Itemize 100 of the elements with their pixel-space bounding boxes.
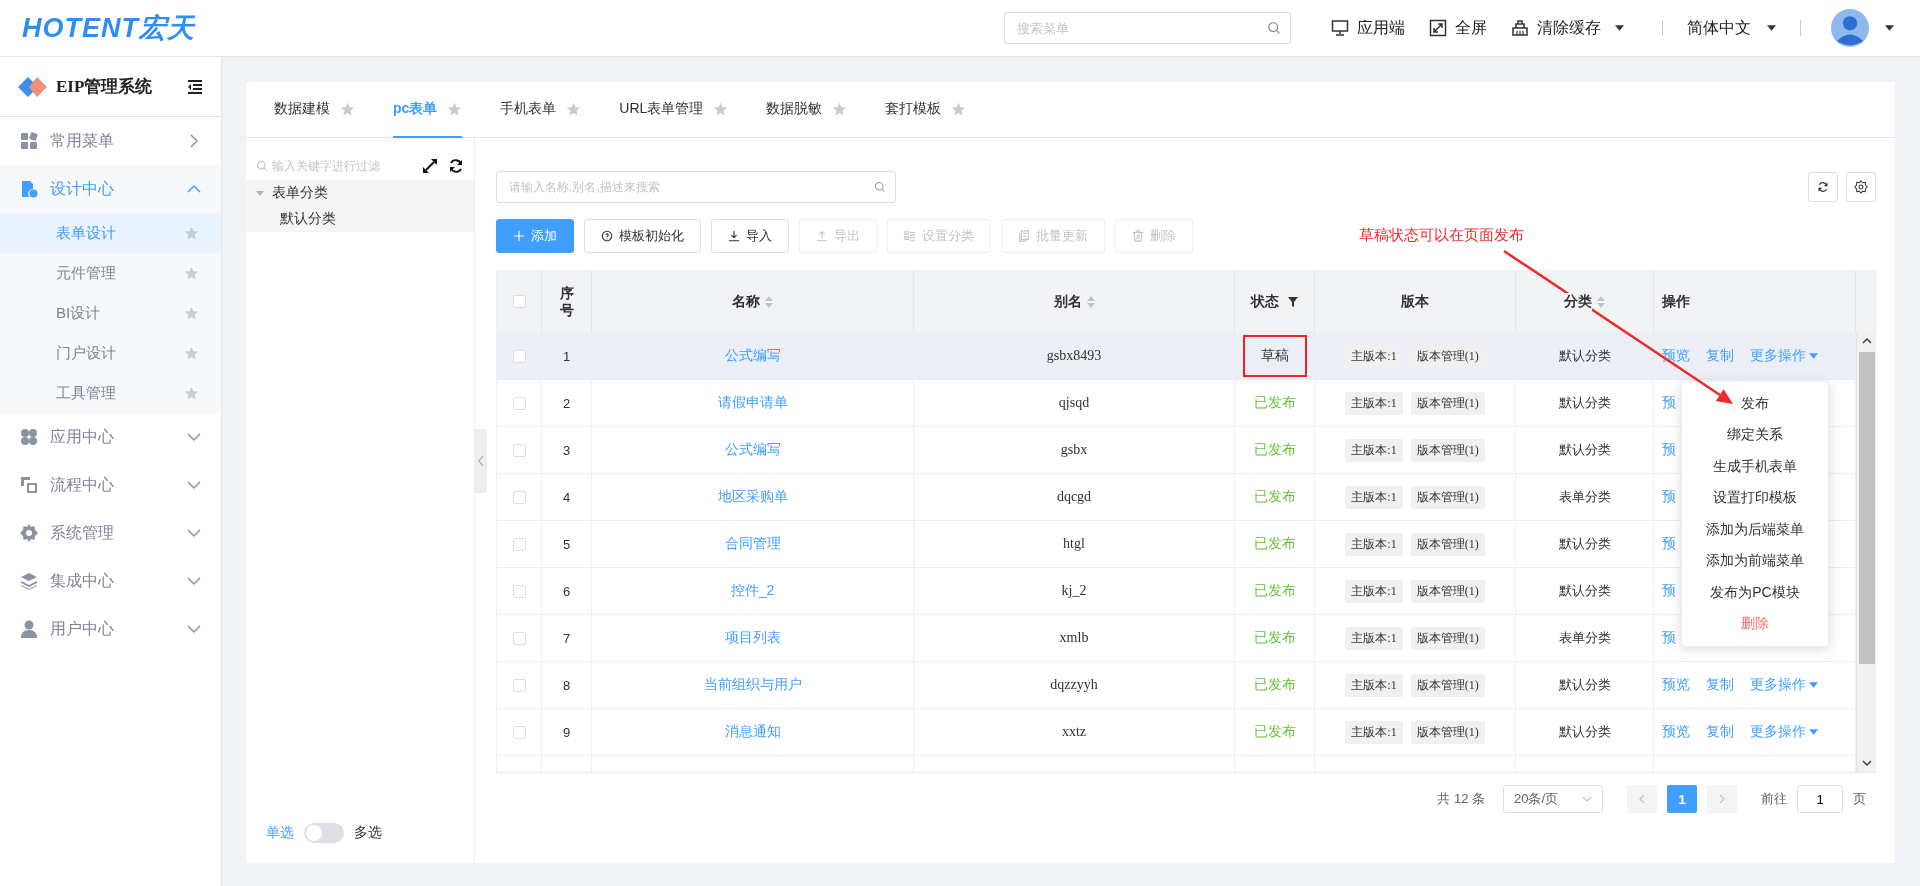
filter-icon[interactable] [1288, 296, 1298, 307]
action-link[interactable]: 复制 [1706, 676, 1734, 694]
submenu-item[interactable]: 元件管理 [0, 253, 221, 293]
checkbox[interactable] [512, 295, 526, 308]
form-name-link[interactable]: 公式编写 [724, 347, 781, 365]
caret-icon[interactable] [1767, 25, 1776, 31]
sort-icon[interactable] [765, 295, 773, 308]
monitor-icon[interactable] [1331, 19, 1349, 37]
form-name-link[interactable]: 请假申请单 [717, 394, 788, 412]
action-link[interactable]: 预 [1662, 488, 1676, 506]
toggle-switch[interactable] [304, 823, 344, 843]
search-field[interactable]: 请输入名称,别名,描述来搜索 [496, 171, 896, 203]
version-tag[interactable]: 版本管理(1) [1410, 579, 1485, 603]
page-input[interactable]: 1 [1797, 785, 1843, 813]
checkbox[interactable] [512, 678, 526, 692]
menu-option[interactable]: 发布为PC模块 [1682, 577, 1828, 609]
submenu-item[interactable]: 工具管理 [0, 373, 221, 413]
avatar[interactable] [1831, 9, 1869, 47]
header-action[interactable]: 全屏 [1455, 17, 1487, 39]
search-field[interactable]: 搜索菜单 [1004, 12, 1291, 44]
version-tag[interactable]: 版本管理(1) [1410, 720, 1485, 744]
version-tag[interactable]: 主版本:1 [1345, 344, 1403, 368]
version-tag[interactable]: 主版本:1 [1345, 391, 1403, 415]
version-tag[interactable]: 版本管理(1) [1410, 438, 1485, 462]
action-link[interactable]: 更多操作 [1750, 347, 1818, 365]
checkbox[interactable] [512, 443, 526, 457]
menu-fold-icon[interactable] [187, 79, 203, 94]
scrollbar[interactable] [1856, 332, 1875, 772]
submenu-item[interactable]: BI设计 [0, 293, 221, 333]
version-tag[interactable]: 主版本:1 [1345, 532, 1403, 556]
version-tag[interactable]: 版本管理(1) [1410, 485, 1485, 509]
scroll-up-icon[interactable] [1862, 338, 1872, 344]
collapse-handle[interactable] [475, 429, 487, 493]
page-button[interactable]: 1 [1667, 785, 1697, 813]
menu-option[interactable]: 添加为后端菜单 [1682, 514, 1828, 546]
version-tag[interactable]: 版本管理(1) [1410, 626, 1485, 650]
checkbox[interactable] [512, 631, 526, 645]
version-tag[interactable]: 主版本:1 [1345, 438, 1403, 462]
fullscreen-icon[interactable] [1429, 19, 1447, 37]
form-name-link[interactable]: 消息通知 [724, 723, 781, 741]
form-name-link[interactable]: 控件_2 [730, 582, 775, 600]
submenu-item[interactable]: 表单设计 [0, 213, 221, 253]
sort-icon[interactable] [1597, 295, 1605, 308]
header-action[interactable]: 清除缓存 [1537, 17, 1601, 39]
next-page-button[interactable] [1707, 785, 1737, 813]
star-icon[interactable] [713, 101, 729, 117]
version-tag[interactable]: 主版本:1 [1345, 720, 1403, 744]
tab[interactable]: 手机表单 [500, 82, 582, 138]
version-tag[interactable]: 主版本:1 [1345, 485, 1403, 509]
tab[interactable]: URL表单管理 [619, 82, 729, 138]
toolbar-button[interactable]: 模板初始化 [584, 219, 701, 253]
checkbox[interactable] [512, 537, 526, 551]
action-link[interactable]: 复制 [1706, 723, 1734, 741]
header-action[interactable]: 应用端 [1357, 17, 1405, 39]
page-size-select[interactable]: 20条/页 [1503, 785, 1603, 813]
menu-option[interactable]: 绑定关系 [1682, 419, 1828, 451]
action-link[interactable]: 复制 [1706, 347, 1734, 365]
action-link[interactable]: 预 [1662, 582, 1676, 600]
action-link[interactable]: 更多操作 [1750, 723, 1818, 741]
checkbox[interactable] [512, 584, 526, 598]
submenu-item[interactable]: 门户设计 [0, 333, 221, 373]
version-tag[interactable]: 主版本:1 [1345, 626, 1403, 650]
refresh-icon[interactable] [448, 158, 464, 174]
action-link[interactable]: 预 [1662, 441, 1676, 459]
action-link[interactable]: 预 [1662, 629, 1676, 647]
version-tag[interactable]: 版本管理(1) [1410, 391, 1485, 415]
version-tag[interactable]: 版本管理(1) [1410, 532, 1485, 556]
tree-node[interactable]: 表单分类 [272, 184, 328, 202]
version-tag[interactable]: 版本管理(1) [1410, 673, 1485, 697]
caret-icon[interactable] [1615, 25, 1624, 31]
menu-option[interactable]: 设置打印模板 [1682, 482, 1828, 514]
checkbox[interactable] [512, 349, 526, 363]
checkbox[interactable] [512, 396, 526, 410]
checkbox[interactable] [512, 490, 526, 504]
star-icon[interactable] [447, 101, 463, 117]
basket-icon[interactable] [1511, 19, 1529, 37]
action-link[interactable]: 预览 [1662, 723, 1690, 741]
prev-page-button[interactable] [1627, 785, 1657, 813]
version-tag[interactable]: 版本管理(1) [1410, 344, 1485, 368]
star-icon[interactable] [184, 385, 199, 401]
tree-node[interactable]: 默认分类 [280, 210, 336, 228]
scroll-down-icon[interactable] [1862, 760, 1872, 766]
star-icon[interactable] [184, 265, 199, 281]
star-icon[interactable] [566, 101, 582, 117]
action-link[interactable]: 预 [1662, 394, 1676, 412]
language-select[interactable]: 简体中文 [1687, 17, 1751, 39]
action-link[interactable]: 预览 [1662, 676, 1690, 694]
toolbar-button[interactable]: 添加 [496, 219, 574, 253]
star-icon[interactable] [340, 101, 355, 117]
version-tag[interactable]: 主版本:1 [1345, 673, 1403, 697]
chevron-down-icon[interactable] [1582, 796, 1592, 802]
scrollbar-thumb[interactable] [1859, 352, 1875, 664]
action-link[interactable]: 预览 [1662, 347, 1690, 365]
checkbox[interactable] [512, 725, 526, 739]
sort-icon[interactable] [1086, 295, 1095, 308]
toolbar-button[interactable]: 导入 [711, 219, 789, 253]
menu-option[interactable]: 发布 [1682, 388, 1828, 420]
tab[interactable]: 数据脱敏 [766, 82, 848, 138]
tab[interactable]: 套打模板 [885, 82, 967, 138]
action-link[interactable]: 预 [1662, 535, 1676, 553]
